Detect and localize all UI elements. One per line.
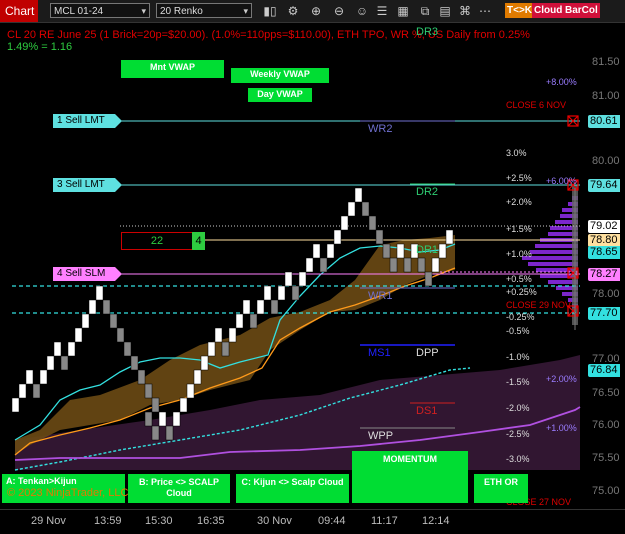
chart-trader-icon[interactable]: ⧉ xyxy=(417,3,433,19)
instrument-value: MCL 01-24 xyxy=(54,6,104,17)
price-tag-order3: 79.64 xyxy=(588,179,620,192)
price-axis-label: 76.50 xyxy=(592,387,620,399)
toggle-tk-button[interactable]: T<>K xyxy=(505,3,535,18)
pct-label: +2.00% xyxy=(546,374,577,384)
price-axis-label: 81.00 xyxy=(592,90,620,102)
pct-label: -3.0% xyxy=(506,454,530,464)
kijun-scalp-cloud-button[interactable]: C: Kijun <> Scalp Cloud xyxy=(236,474,349,503)
pct-label: +2.0% xyxy=(506,197,532,207)
pct-label: +6.00% xyxy=(546,176,577,186)
toggle-cloud-button[interactable]: Cloud xyxy=(532,3,565,18)
chart-toolbar: Chart MCL 01-24 ▾ 20 Renko ▾ ▮▯ ⚙ ⊕ ⊖ ☺ ☰ … xyxy=(0,0,625,23)
pct-label: +1.0% xyxy=(506,249,532,259)
zoom-out-icon[interactable]: ⊖ xyxy=(331,3,347,19)
price-tag-tenkan: 78.65 xyxy=(588,246,620,259)
time-axis-label: 15:30 xyxy=(145,515,173,527)
price-tag-last: 79.02 xyxy=(588,220,620,233)
price-tag-cyan: 76.84 xyxy=(588,364,620,377)
pct-label: +1.00% xyxy=(546,423,577,433)
order-label-1-sell-lmt[interactable]: 1 Sell LMT xyxy=(53,114,122,128)
order-label-3-sell-lmt[interactable]: 3 Sell LMT xyxy=(53,178,122,192)
pct-label: -2.5% xyxy=(506,429,530,439)
pct-label: +0.25% xyxy=(506,287,537,297)
pct-label: -1.5% xyxy=(506,377,530,387)
bar-type-selector[interactable]: 20 Renko ▾ xyxy=(156,3,252,18)
properties-icon[interactable]: ☰ xyxy=(374,3,390,19)
price-tag-order1: 80.61 xyxy=(588,115,620,128)
position-quantity[interactable]: 4 xyxy=(192,232,205,250)
price-tag-kijun: 77.70 xyxy=(588,307,620,320)
window-title: Chart xyxy=(0,0,38,22)
indicator-icon[interactable]: ⌘ xyxy=(457,3,473,19)
level-dr1: DR1 xyxy=(416,244,439,256)
weekly-vwap-button[interactable]: Weekly VWAP xyxy=(231,68,329,83)
order-label-4-sell-slm[interactable]: 4 Sell SLM xyxy=(53,267,122,281)
level-ds1: DS1 xyxy=(416,405,438,417)
level-dr2: DR2 xyxy=(416,186,439,198)
pct-label: +2.5% xyxy=(506,173,532,183)
level-wr2: WR2 xyxy=(368,123,393,135)
pct-label: +1.5% xyxy=(506,224,532,234)
eth-or-button[interactable]: ETH OR xyxy=(474,474,528,503)
order-label-text: 3 Sell LMT xyxy=(57,179,105,190)
bar-chart-icon[interactable]: ▮▯ xyxy=(262,3,278,19)
pct-label: -1.0% xyxy=(506,352,530,362)
time-axis-label: 13:59 xyxy=(94,515,122,527)
time-axis-label: 16:35 xyxy=(197,515,225,527)
level-dr3: DR3 xyxy=(416,26,439,38)
pct-label: +0.5% xyxy=(506,274,532,284)
toggle-barcol-button[interactable]: BarCol xyxy=(563,3,600,18)
close-label: CLOSE 6 NOV xyxy=(506,100,567,110)
chevron-down-icon: ▾ xyxy=(243,6,248,16)
time-axis-label: 09:44 xyxy=(318,515,346,527)
pct-label: -0.5% xyxy=(506,326,530,336)
pct-label: 3.0% xyxy=(506,148,527,158)
level-dpp: DPP xyxy=(416,347,439,359)
zoom-in-icon[interactable]: ⊕ xyxy=(308,3,324,19)
pct-label: -0.25% xyxy=(506,312,535,322)
bar-type-value: 20 Renko xyxy=(160,6,203,17)
chart-sub-description: 1.49% = 1.16 xyxy=(7,41,73,53)
chevron-down-icon: ▾ xyxy=(141,6,146,16)
price-scalp-cloud-button[interactable]: B: Price <> SCALP Cloud xyxy=(128,474,230,503)
close-label: CLOSE 29 NOV xyxy=(506,300,572,310)
chart-style-icon[interactable]: ▤ xyxy=(437,3,453,19)
order-label-text: 1 Sell LMT xyxy=(57,115,105,126)
daily-vwap-button[interactable]: Day VWAP xyxy=(248,88,312,102)
price-axis-label: 80.00 xyxy=(592,155,620,167)
tenkan-kijun-label: A: Tenkan>Kijun xyxy=(6,476,77,486)
price-axis-label: 78.00 xyxy=(592,288,620,300)
level-wpp: WPP xyxy=(368,430,394,442)
level-ms1: MS1 xyxy=(368,347,391,359)
more-icon[interactable]: ⋯ xyxy=(477,3,493,19)
copyright-text: © 2023 NinjaTrader, LLC xyxy=(7,487,129,499)
time-axis-label: 11:17 xyxy=(371,515,398,527)
instrument-selector[interactable]: MCL 01-24 ▾ xyxy=(50,3,150,18)
order-label-text: 4 Sell SLM xyxy=(57,268,106,279)
time-axis-label: 30 Nov xyxy=(257,515,292,527)
level-wr1: WR1 xyxy=(368,290,393,302)
pct-label: -2.0% xyxy=(506,403,530,413)
price-axis-label: 76.00 xyxy=(592,419,620,431)
user-icon[interactable]: ☺ xyxy=(354,3,370,19)
monthly-vwap-button[interactable]: Mnt VWAP xyxy=(121,60,224,78)
price-tag-stop: 78.27 xyxy=(588,268,620,281)
price-axis-label: 75.00 xyxy=(592,485,620,497)
time-axis-label: 29 Nov xyxy=(31,515,66,527)
position-pnl[interactable]: 22 xyxy=(121,232,193,250)
chart-description: CL 20 RE June 25 (1 Brick=20p=$20.00). (… xyxy=(7,29,530,41)
price-axis-label: 81.50 xyxy=(592,56,620,68)
grid-icon[interactable]: ▦ xyxy=(395,3,411,19)
strategy-icon[interactable]: ⚙ xyxy=(285,3,301,19)
pct-label: +8.00% xyxy=(546,77,577,87)
momentum-button[interactable]: MOMENTUM xyxy=(352,451,468,503)
price-axis-label: 75.50 xyxy=(592,452,620,464)
time-axis-label: 12:14 xyxy=(422,515,450,527)
